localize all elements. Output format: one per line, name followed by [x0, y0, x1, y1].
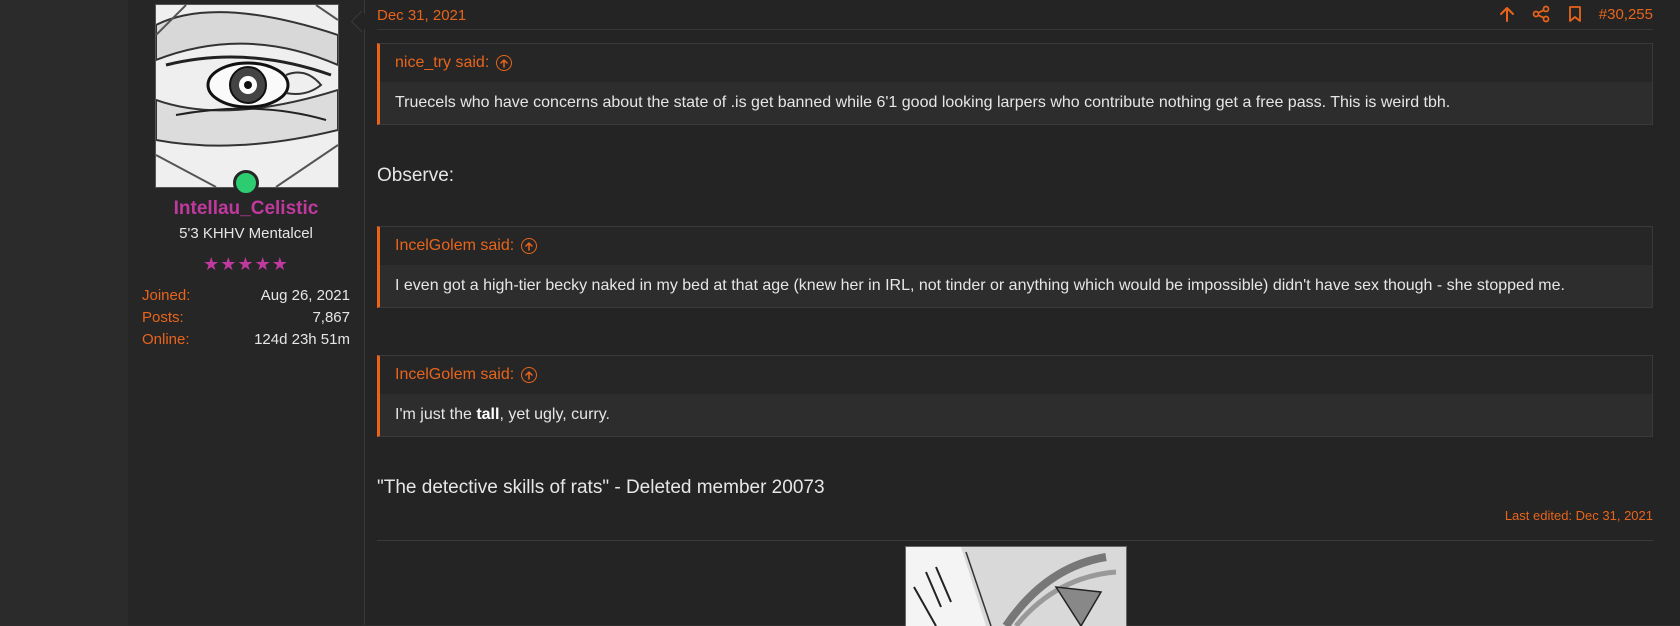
quote-content: I'm just the tall, yet ugly, curry. [380, 394, 1652, 436]
quote-content: Truecels who have concerns about the sta… [380, 82, 1652, 124]
quote-text-before: I'm just the [395, 406, 477, 423]
quote-content: I even got a high-tier becky naked in my… [380, 265, 1652, 307]
stat-value: 7,867 [312, 309, 350, 326]
signature-divider [377, 540, 1653, 541]
post-text-observe: Observe: [377, 165, 455, 186]
quote-text-after: , yet ugly, curry. [499, 406, 610, 423]
quote-text: Truecels who have concerns about the sta… [395, 94, 1451, 111]
stat-online: Online: 124d 23h 51m [142, 331, 350, 348]
jump-to-quote-icon[interactable] [521, 238, 538, 254]
quote-author[interactable]: IncelGolem said: [395, 237, 514, 255]
quote-text: I even got a high-tier becky naked in my… [395, 277, 1565, 294]
quote-text-bold: tall [476, 406, 500, 423]
post-actions: #30,255 [1497, 4, 1653, 24]
username[interactable]: Intellau_Celistic [128, 198, 364, 220]
quote-block: IncelGolem said: I'm just the tall, yet … [377, 355, 1653, 437]
quote-block: nice_try said: Truecels who have concern… [377, 43, 1653, 125]
quote-header[interactable]: IncelGolem said: [380, 227, 1652, 265]
quote-author[interactable]: nice_try said: [395, 54, 489, 72]
stat-label: Posts: [142, 309, 184, 326]
avatar[interactable] [155, 4, 339, 188]
bookmark-icon[interactable] [1565, 4, 1585, 24]
quote-header[interactable]: nice_try said: [380, 44, 1652, 82]
user-title: 5'3 KHHV Mentalcel [179, 225, 313, 242]
stat-posts: Posts: 7,867 [142, 309, 350, 326]
quote-block: IncelGolem said: I even got a high-tier … [377, 226, 1653, 308]
post-number-link[interactable]: #30,255 [1599, 6, 1653, 23]
arrow-up-icon[interactable] [1497, 4, 1517, 24]
post-header-divider [377, 29, 1653, 30]
online-status-indicator [233, 170, 259, 196]
post-date-link[interactable]: Dec 31, 2021 [377, 7, 466, 24]
stat-value: Aug 26, 2021 [260, 287, 350, 304]
stat-label: Online: [142, 331, 190, 348]
stat-joined: Joined: Aug 26, 2021 [142, 287, 350, 304]
post-text-signature-quote: "The detective skills of rats" - Deleted… [377, 477, 825, 498]
jump-to-quote-icon[interactable] [496, 55, 513, 71]
user-rating-stars: ★★★★★ [203, 254, 289, 274]
share-icon[interactable] [1531, 4, 1551, 24]
last-edited-link[interactable]: Last edited: Dec 31, 2021 [1505, 508, 1653, 523]
jump-to-quote-icon[interactable] [521, 367, 538, 383]
quote-header[interactable]: IncelGolem said: [380, 356, 1652, 394]
stat-value: 124d 23h 51m [254, 331, 350, 348]
signature-image [905, 546, 1127, 626]
quote-author[interactable]: IncelGolem said: [395, 366, 514, 384]
stat-label: Joined: [142, 287, 191, 304]
